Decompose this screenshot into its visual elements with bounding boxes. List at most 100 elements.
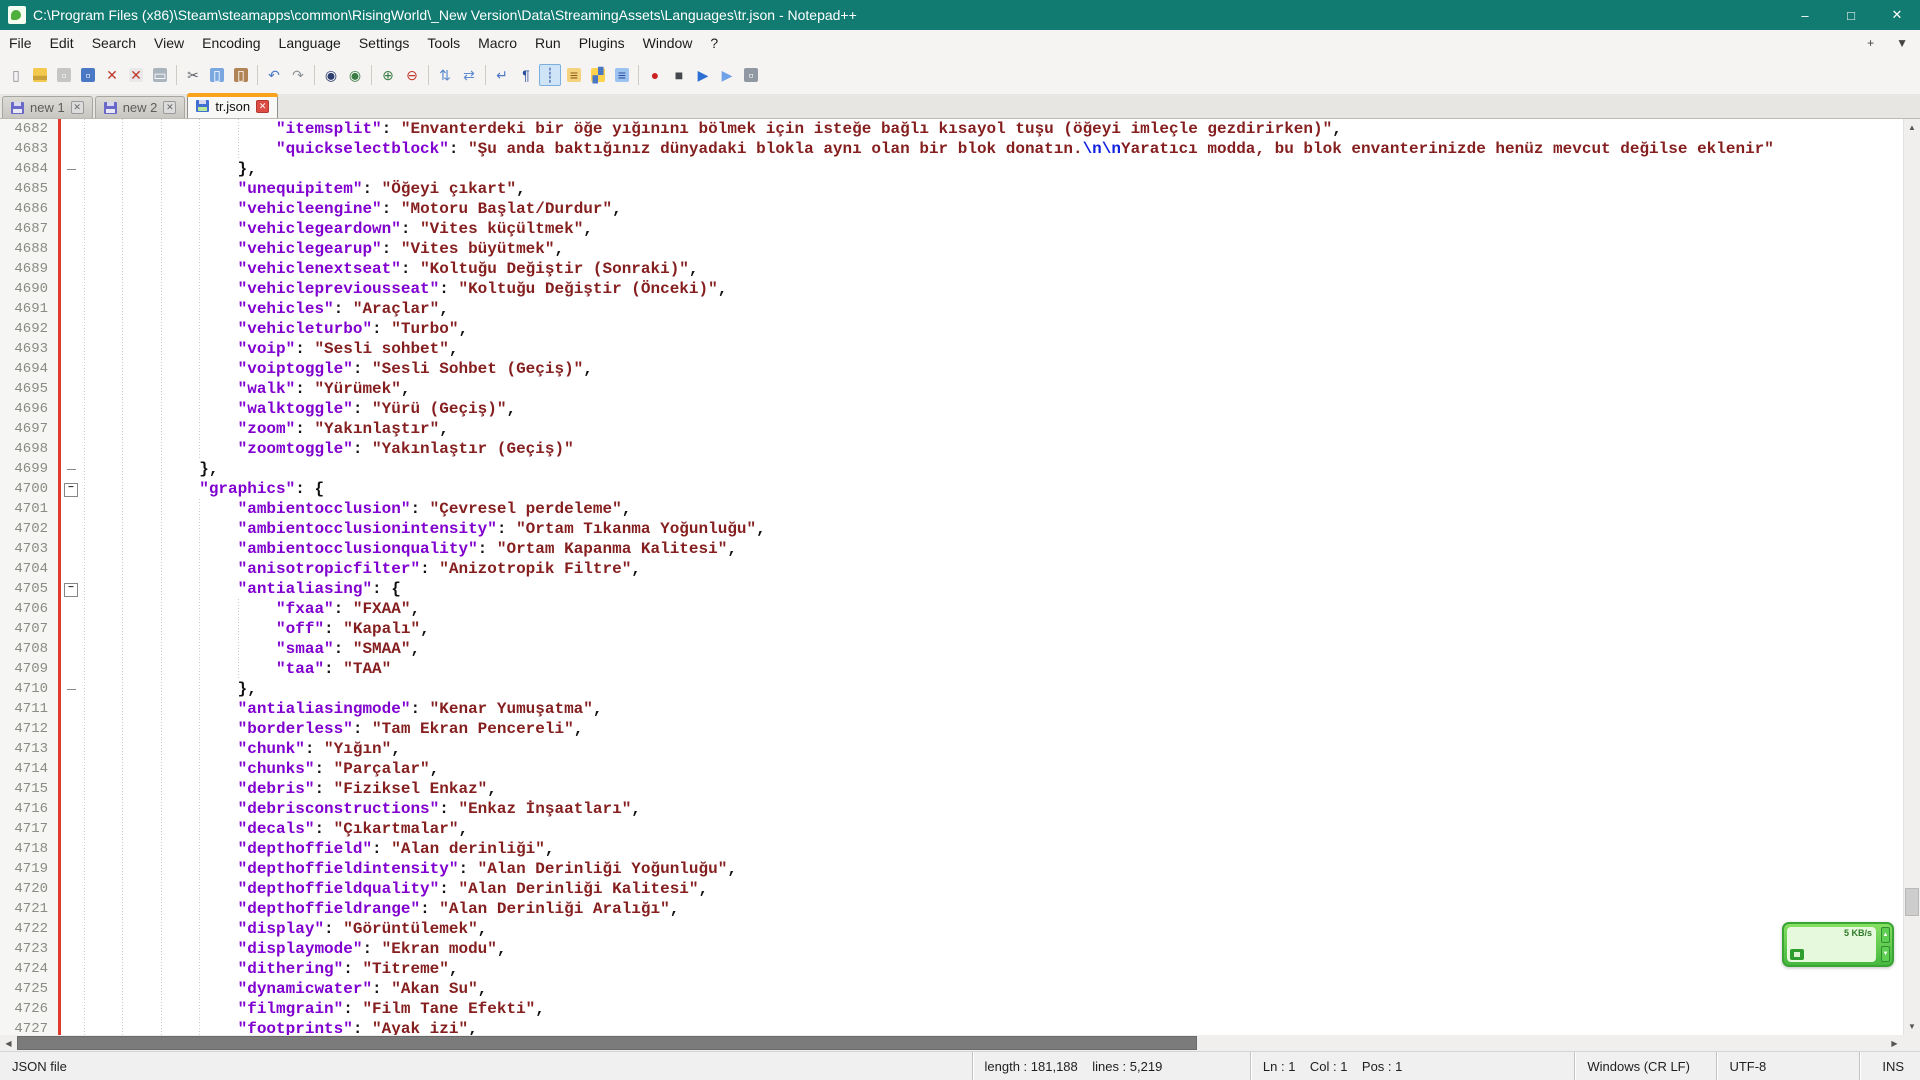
document-map-icon[interactable]: ▞ [587, 64, 609, 86]
fold-margin[interactable] [61, 679, 81, 699]
code-line[interactable]: 4691 "vehicles": "Araçlar", [0, 299, 1903, 319]
status-encoding[interactable]: UTF-8 [1716, 1052, 1858, 1080]
code-line[interactable]: 4716 "debrisconstructions": "Enkaz İnşaa… [0, 799, 1903, 819]
macro-run-multiple-icon[interactable]: ▶ [716, 64, 738, 86]
code-line[interactable]: 4720 "depthoffieldquality": "Alan Derinl… [0, 879, 1903, 899]
menu-item-run[interactable]: Run [526, 32, 570, 54]
menu-item-?[interactable]: ? [701, 32, 727, 54]
widget-up-button[interactable]: ▲ [1881, 927, 1890, 943]
scroll-right-arrow-icon[interactable]: ▶ [1886, 1035, 1903, 1051]
menu-item-plugins[interactable]: Plugins [570, 32, 634, 54]
tab-new-2[interactable]: new 2 ✕ [95, 96, 186, 118]
vertical-scroll-thumb[interactable] [1905, 888, 1919, 916]
zoom-in-icon[interactable]: ⊕ [377, 64, 399, 86]
undo-icon[interactable]: ↶ [263, 64, 285, 86]
code-line[interactable]: 4719 "depthoffieldintensity": "Alan Deri… [0, 859, 1903, 879]
close-button[interactable]: ✕ [1874, 0, 1920, 30]
menu-item-search[interactable]: Search [83, 32, 145, 54]
code-line[interactable]: 4723 "displaymode": "Ekran modu", [0, 939, 1903, 959]
zoom-out-icon[interactable]: ⊖ [401, 64, 423, 86]
fold-margin[interactable] [61, 299, 81, 319]
fold-margin[interactable] [61, 999, 81, 1019]
macro-record-icon[interactable]: ● [644, 64, 666, 86]
scroll-left-arrow-icon[interactable]: ◀ [0, 1035, 17, 1051]
minimize-button[interactable]: – [1782, 0, 1828, 30]
horizontal-scroll-thumb[interactable] [17, 1036, 1197, 1050]
fold-margin[interactable] [61, 619, 81, 639]
fold-margin[interactable] [61, 579, 81, 599]
code-line[interactable]: 4718 "depthoffield": "Alan derinliği", [0, 839, 1903, 859]
tab-close-icon[interactable]: ✕ [256, 100, 269, 113]
code-line[interactable]: 4717 "decals": "Çıkartmalar", [0, 819, 1903, 839]
code-line[interactable]: 4711 "antialiasingmode": "Kenar Yumuşatm… [0, 699, 1903, 719]
fold-margin[interactable] [61, 319, 81, 339]
fold-margin[interactable] [61, 399, 81, 419]
code-line[interactable]: 4724 "dithering": "Titreme", [0, 959, 1903, 979]
fold-margin[interactable] [61, 919, 81, 939]
code-line[interactable]: 4684 }, [0, 159, 1903, 179]
fold-margin[interactable] [61, 539, 81, 559]
code-line[interactable]: 4697 "zoom": "Yakınlaştır", [0, 419, 1903, 439]
fold-margin[interactable] [61, 719, 81, 739]
fold-margin[interactable] [61, 739, 81, 759]
code-line[interactable]: 4690 "vehiclepreviousseat": "Koltuğu Değ… [0, 279, 1903, 299]
menu-item-view[interactable]: View [145, 32, 193, 54]
macro-save-icon[interactable]: ▫ [740, 64, 762, 86]
fold-margin[interactable] [61, 699, 81, 719]
replace-icon[interactable]: ◉ [344, 64, 366, 86]
function-list-icon[interactable]: ≡ [563, 64, 585, 86]
fold-margin[interactable] [61, 979, 81, 999]
fold-margin[interactable] [61, 1019, 81, 1035]
show-all-chars-icon[interactable]: ¶ [515, 64, 537, 86]
open-file-icon[interactable]: ▬ [29, 64, 51, 86]
fold-margin[interactable] [61, 859, 81, 879]
print-icon[interactable]: ▭ [149, 64, 171, 86]
fold-margin[interactable] [61, 899, 81, 919]
sync-horizontal-icon[interactable]: ⇄ [458, 64, 480, 86]
menu-item-file[interactable]: File [0, 32, 41, 54]
plus-button[interactable]: + [1863, 34, 1878, 52]
fold-margin[interactable] [61, 279, 81, 299]
code-line[interactable]: 4685 "unequipitem": "Öğeyi çıkart", [0, 179, 1903, 199]
code-line[interactable]: 4715 "debris": "Fiziksel Enkaz", [0, 779, 1903, 799]
vertical-scrollbar[interactable]: ▲ ▼ [1903, 119, 1920, 1035]
fold-margin[interactable] [61, 219, 81, 239]
save-icon[interactable]: ▫ [53, 64, 75, 86]
code-line[interactable]: 4687 "vehiclegeardown": "Vites küçültmek… [0, 219, 1903, 239]
fold-margin[interactable] [61, 599, 81, 619]
menu-item-window[interactable]: Window [634, 32, 702, 54]
fold-margin[interactable] [61, 239, 81, 259]
code-line[interactable]: 4703 "ambientocclusionquality": "Ortam K… [0, 539, 1903, 559]
fold-margin[interactable] [61, 199, 81, 219]
fold-margin[interactable] [61, 159, 81, 179]
tab-close-icon[interactable]: ✕ [71, 101, 84, 114]
tab-list-dropdown-button[interactable]: ▼ [1892, 34, 1912, 52]
fold-margin[interactable] [61, 499, 81, 519]
editor[interactable]: 4682 "itemsplit": "Envanterdeki bir öğe … [0, 119, 1903, 1035]
fold-margin[interactable] [61, 439, 81, 459]
maximize-button[interactable]: □ [1828, 0, 1874, 30]
fold-margin[interactable] [61, 879, 81, 899]
fold-margin[interactable] [61, 359, 81, 379]
word-wrap-icon[interactable]: ↵ [491, 64, 513, 86]
code-line[interactable]: 4696 "walktoggle": "Yürü (Geçiş)", [0, 399, 1903, 419]
menu-item-settings[interactable]: Settings [350, 32, 419, 54]
code-line[interactable]: 4702 "ambientocclusionintensity": "Ortam… [0, 519, 1903, 539]
fold-margin[interactable] [61, 179, 81, 199]
close-all-icon[interactable]: ✕ [125, 64, 147, 86]
fold-margin[interactable] [61, 819, 81, 839]
code-line[interactable]: 4682 "itemsplit": "Envanterdeki bir öğe … [0, 119, 1903, 139]
code-line[interactable]: 4683 "quickselectblock": "Şu anda baktığ… [0, 139, 1903, 159]
tab-tr.json[interactable]: tr.json ✕ [187, 93, 278, 118]
code-line[interactable]: 4710 }, [0, 679, 1903, 699]
redo-icon[interactable]: ↷ [287, 64, 309, 86]
code-line[interactable]: 4688 "vehiclegearup": "Vites büyütmek", [0, 239, 1903, 259]
fold-margin[interactable] [61, 339, 81, 359]
fold-margin[interactable] [61, 119, 81, 139]
fold-margin[interactable] [61, 419, 81, 439]
menu-item-edit[interactable]: Edit [41, 32, 83, 54]
menu-item-macro[interactable]: Macro [469, 32, 526, 54]
widget-down-button[interactable]: ▼ [1881, 946, 1890, 962]
fold-margin[interactable] [61, 959, 81, 979]
code-line[interactable]: 4714 "chunks": "Parçalar", [0, 759, 1903, 779]
